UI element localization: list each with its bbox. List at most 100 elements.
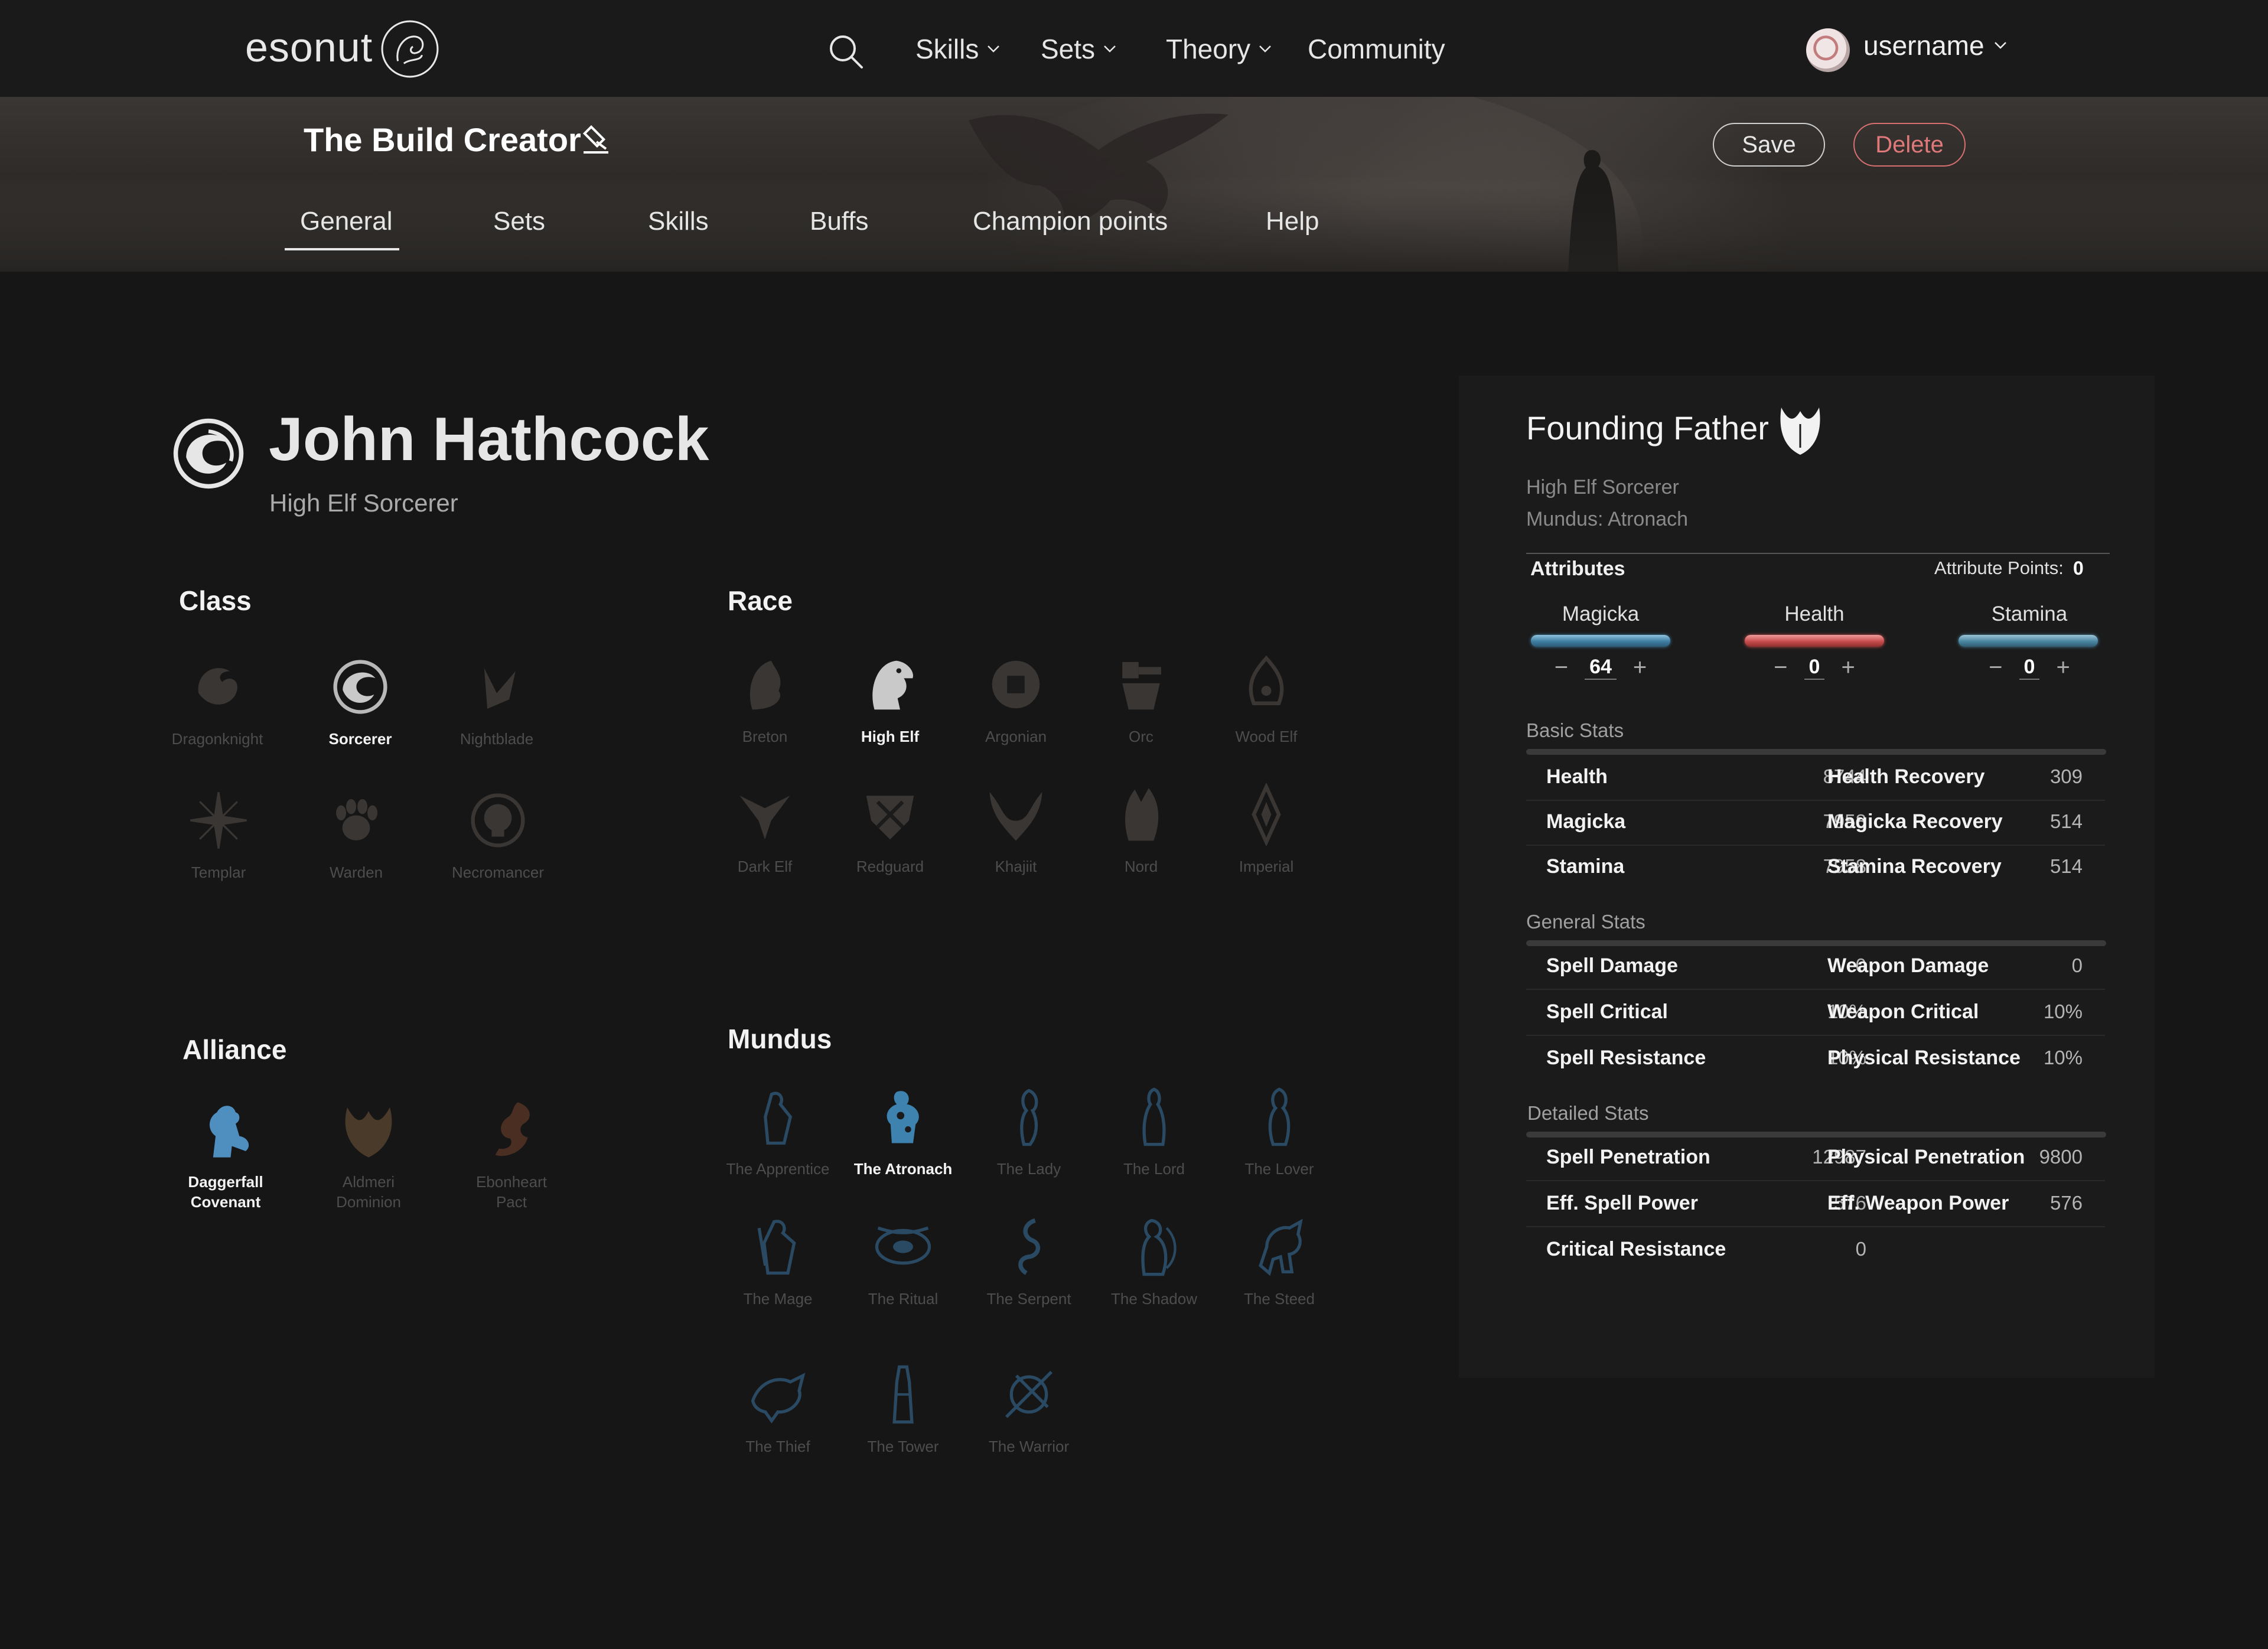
stat-name: Magicka [1546, 810, 1626, 833]
nav-skills[interactable]: Skills [915, 33, 1000, 65]
stat-name: Spell Critical [1546, 1001, 1668, 1023]
stamina-stepper[interactable]: − 0 + [1959, 654, 2100, 681]
avatar[interactable] [1806, 28, 1850, 72]
delete-button[interactable]: Delete [1853, 123, 1966, 167]
alliance-label-line: Pact [496, 1193, 527, 1211]
mundus-label: The Warrior [988, 1438, 1070, 1455]
minus-icon[interactable]: − [1774, 654, 1787, 681]
build-name: Founding Father [1526, 409, 1769, 447]
save-button[interactable]: Save [1713, 123, 1825, 167]
tab-skills[interactable]: Skills [648, 207, 709, 236]
magicka-bar [1531, 635, 1670, 647]
nightblade-icon [484, 668, 516, 709]
tab-help[interactable]: Help [1266, 207, 1319, 236]
brand-logo-icon[interactable] [380, 19, 440, 79]
nav-skills-label: Skills [915, 34, 979, 64]
mundus-option-the-shadow[interactable]: The Shadow [1095, 1215, 1213, 1309]
stat-row: Spell Resistance 10% Physical Resistance… [1526, 1037, 2105, 1082]
mundus-section-title: Mundus [728, 1024, 832, 1054]
plus-icon[interactable]: + [1841, 654, 1855, 681]
nav-theory[interactable]: Theory [1166, 33, 1272, 65]
shadow-icon [1141, 1218, 1177, 1276]
mundus-option-the-lover[interactable]: The Lover [1220, 1086, 1338, 1179]
user-menu[interactable]: username [1863, 30, 2007, 61]
class-option-dragonknight[interactable]: Dragonknight [158, 656, 276, 749]
mundus-option-the-warrior[interactable]: The Warrior [970, 1363, 1088, 1456]
class-option-warden[interactable]: Warden [297, 789, 415, 882]
class-label: Dragonknight [171, 730, 263, 748]
mundus-option-the-serpent[interactable]: The Serpent [970, 1215, 1088, 1309]
magicka-label: Magicka [1562, 602, 1640, 625]
health-value[interactable]: 0 [1804, 656, 1825, 680]
mundus-option-the-thief[interactable]: The Thief [719, 1363, 837, 1456]
magicka-stepper[interactable]: − 64 + [1530, 654, 1671, 681]
class-option-templar[interactable]: Templar [159, 789, 278, 882]
race-option-argonian[interactable]: Argonian [957, 653, 1075, 747]
class-label: Nightblade [460, 730, 534, 748]
lady-icon [1020, 1089, 1038, 1146]
race-label: Nord [1124, 858, 1158, 875]
alliance-option-aldmeri-dominion[interactable]: Aldmeri Dominion [309, 1099, 428, 1212]
alliance-section-title: Alliance [183, 1034, 287, 1065]
race-option-high-elf[interactable]: High Elf [831, 653, 949, 747]
stat-name: Health [1546, 765, 1608, 788]
race-option-imperial[interactable]: Imperial [1207, 783, 1325, 876]
health-label: Health [1784, 602, 1845, 625]
tab-general[interactable]: General [300, 207, 393, 236]
race-section-title: Race [728, 585, 793, 616]
class-option-sorcerer[interactable]: Sorcerer [301, 656, 419, 749]
class-label: Sorcerer [328, 730, 392, 748]
mundus-label: The Thief [745, 1438, 810, 1455]
character-name: John Hathcock [269, 405, 709, 474]
mundus-option-the-apprentice[interactable]: The Apprentice [719, 1086, 837, 1179]
stamina-bar [1959, 635, 2098, 647]
stat-value: 309 [2049, 765, 2083, 787]
nav-sets[interactable]: Sets [1041, 33, 1116, 65]
mundus-option-the-tower[interactable]: The Tower [844, 1363, 962, 1456]
race-option-dark-elf[interactable]: Dark Elf [706, 783, 824, 876]
attributes-title: Attributes [1530, 558, 1625, 580]
magicka-value[interactable]: 64 [1585, 656, 1617, 680]
mundus-option-the-lady[interactable]: The Lady [970, 1086, 1088, 1179]
mage-icon [757, 1220, 796, 1275]
nav-sets-label: Sets [1041, 34, 1096, 64]
tab-buffs[interactable]: Buffs [810, 207, 868, 236]
mundus-option-the-atronach[interactable]: The Atronach [844, 1086, 962, 1179]
nav-community[interactable]: Community [1308, 33, 1445, 65]
mundus-option-the-mage[interactable]: The Mage [719, 1215, 837, 1309]
plus-icon[interactable]: + [2056, 654, 2070, 681]
tab-champion-points[interactable]: Champion points [973, 207, 1168, 236]
thief-icon [751, 1373, 806, 1424]
class-option-nightblade[interactable]: Nightblade [438, 656, 556, 749]
stat-name: Spell Resistance [1546, 1047, 1706, 1069]
race-label: High Elf [861, 728, 920, 745]
alliance-label: Daggerfall Covenant [188, 1172, 263, 1212]
race-option-orc[interactable]: Orc [1082, 653, 1200, 747]
mundus-option-the-lord[interactable]: The Lord [1095, 1086, 1213, 1179]
alliance-option-daggerfall-covenant[interactable]: Daggerfall Covenant [167, 1099, 285, 1212]
search-icon[interactable] [825, 31, 866, 72]
race-option-khajiit[interactable]: Khajiit [957, 783, 1075, 876]
stat-row: Critical Resistance 0 [1526, 1228, 2105, 1273]
race-option-breton[interactable]: Breton [706, 653, 824, 747]
health-stepper[interactable]: − 0 + [1744, 654, 1885, 681]
plus-icon[interactable]: + [1633, 654, 1647, 681]
eagle-icon [345, 1107, 392, 1158]
tab-sets[interactable]: Sets [493, 207, 545, 236]
mundus-label: The Atronach [853, 1160, 953, 1178]
brand-name[interactable]: esonut [245, 24, 373, 71]
class-option-necromancer[interactable]: Necromancer [439, 789, 557, 882]
stat-name: Eff. Spell Power [1546, 1192, 1698, 1214]
mundus-option-the-ritual[interactable]: The Ritual [844, 1215, 962, 1309]
top-navbar: esonut Skills Sets Theory Community user… [0, 0, 2268, 97]
stamina-value[interactable]: 0 [2019, 656, 2040, 680]
alliance-option-ebonheart-pact[interactable]: Ebonheart Pact [452, 1099, 571, 1212]
page-title: The Build Creator [304, 121, 581, 158]
stat-value: 9800 [2039, 1146, 2083, 1168]
minus-icon[interactable]: − [1989, 654, 2002, 681]
race-option-nord[interactable]: Nord [1082, 783, 1200, 876]
minus-icon[interactable]: − [1555, 654, 1568, 681]
mundus-option-the-steed[interactable]: The Steed [1220, 1215, 1338, 1309]
race-option-wood-elf[interactable]: Wood Elf [1207, 653, 1325, 747]
race-option-redguard[interactable]: Redguard [831, 783, 949, 876]
